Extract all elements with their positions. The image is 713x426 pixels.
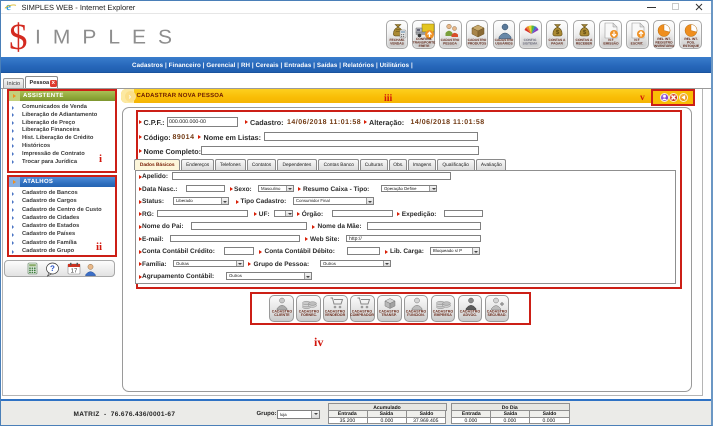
- svg-text:17: 17: [71, 268, 78, 275]
- svg-text:?: ?: [50, 264, 55, 273]
